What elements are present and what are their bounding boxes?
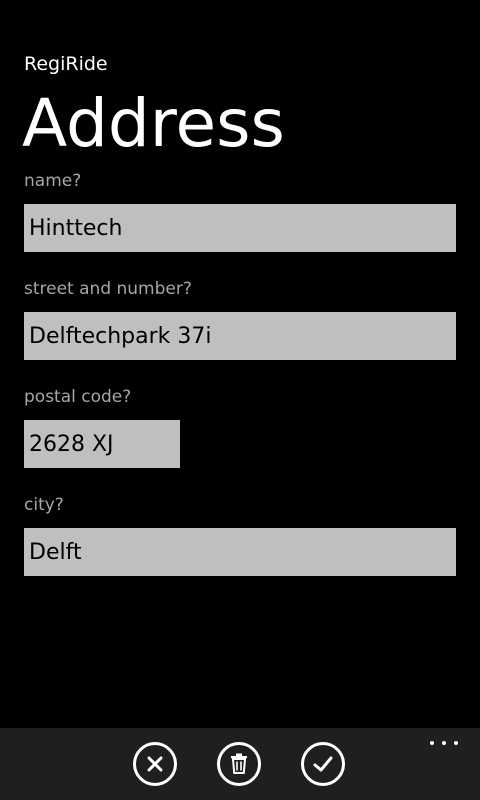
app-title: RegiRide: [24, 53, 108, 75]
postal-code-field[interactable]: [24, 420, 180, 468]
name-field[interactable]: [24, 204, 456, 252]
delete-button[interactable]: [217, 742, 261, 786]
street-label: street and number?: [24, 279, 192, 299]
cancel-icon: [147, 756, 163, 772]
ellipsis-icon: [430, 741, 434, 745]
page-title: Address: [22, 85, 285, 162]
ellipsis-icon: [442, 741, 446, 745]
city-field[interactable]: [24, 528, 456, 576]
address-page: RegiRide Address name? street and number…: [0, 0, 480, 800]
postal-code-label: postal code?: [24, 387, 132, 407]
street-field[interactable]: [24, 312, 456, 360]
delete-icon: [231, 753, 247, 774]
name-label: name?: [24, 171, 82, 191]
cancel-button[interactable]: [133, 742, 177, 786]
more-options-button[interactable]: [430, 738, 458, 748]
city-label: city?: [24, 495, 64, 515]
ellipsis-icon: [454, 741, 458, 745]
save-button[interactable]: [301, 742, 345, 786]
application-bar: [0, 728, 480, 800]
check-icon: [313, 756, 333, 772]
